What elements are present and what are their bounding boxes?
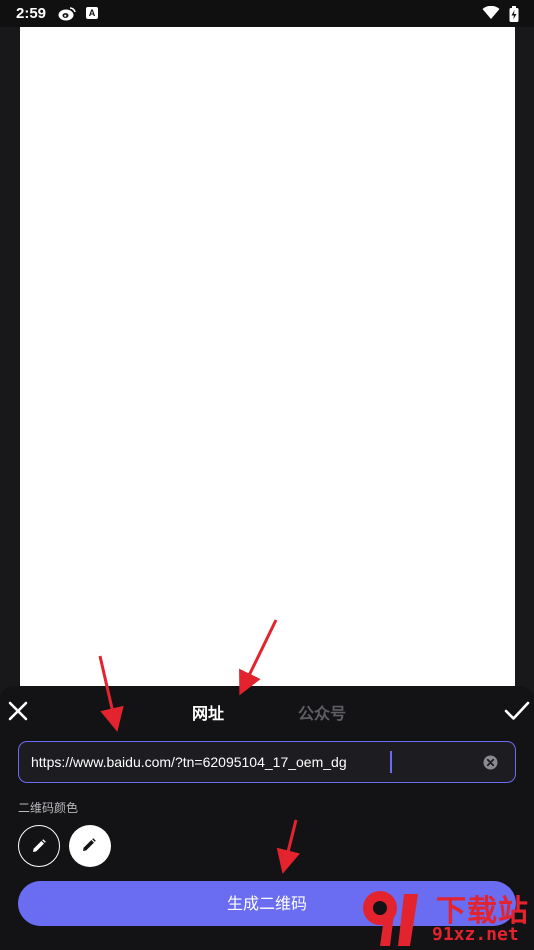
annotation-arrow-tab — [98, 619, 301, 874]
arrow-to-generate-button — [276, 819, 301, 874]
watermark-url: 91xz.net — [432, 924, 519, 945]
arrow-to-url-tab — [239, 619, 278, 696]
site-logo-icon — [363, 891, 418, 946]
arrow-to-url-input — [98, 655, 124, 732]
watermark: 下载站 91xz.net — [358, 884, 534, 950]
